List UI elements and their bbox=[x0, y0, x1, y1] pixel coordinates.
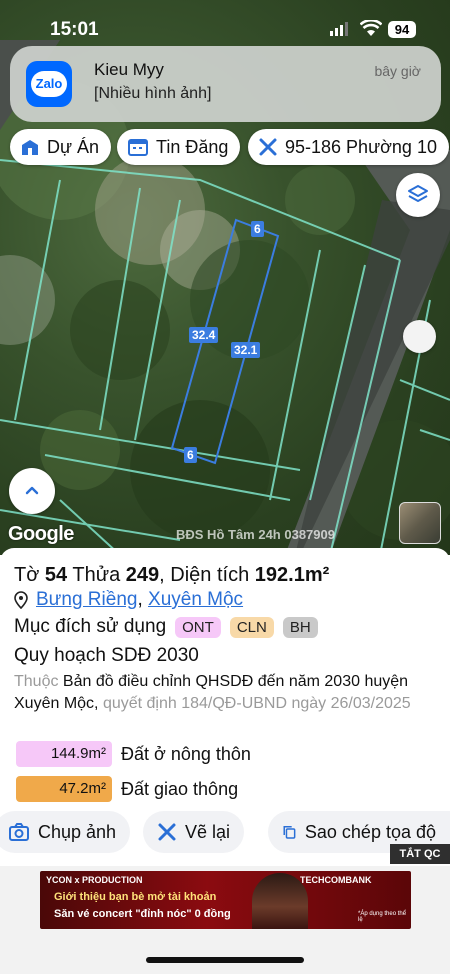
badge-bh[interactable]: BH bbox=[282, 616, 318, 638]
google-logo: Google bbox=[8, 523, 74, 545]
layers-button[interactable] bbox=[396, 173, 440, 217]
ad-brand-right: TECHCOMBANK bbox=[300, 875, 372, 885]
ruler-pencil-icon bbox=[158, 823, 176, 841]
close-ads-button[interactable]: TẮT QC bbox=[390, 844, 450, 864]
listings-chip[interactable]: Tin Đăng bbox=[117, 129, 241, 165]
map-view[interactable]: 6 32.4 32.1 6 15:01 94 Zalo Kieu Myy [Nh… bbox=[0, 0, 450, 555]
parcel-area: 192.1m² bbox=[254, 564, 330, 586]
area-label: Đất ở nông thôn bbox=[121, 743, 251, 764]
notification-message: [Nhiều hình ảnh] bbox=[94, 85, 212, 102]
ad-fine-print: *Áp dụng theo thể lệ bbox=[358, 911, 407, 923]
building-icon bbox=[22, 140, 38, 155]
take-photo-button[interactable]: Chụp ảnh bbox=[0, 811, 131, 853]
district-link[interactable]: Xuyên Mộc bbox=[148, 589, 243, 611]
dimension-label-top: 6 bbox=[251, 221, 264, 237]
ad-banner[interactable]: YCON x PRODUCTION TECHCOMBANK Giới thiệu… bbox=[40, 871, 411, 929]
dimension-label-bottom: 6 bbox=[184, 447, 197, 463]
area-row-traffic: 47.2m² Đất giao thông bbox=[16, 776, 238, 802]
sheet-number: 54 bbox=[44, 564, 68, 586]
layers-icon bbox=[408, 185, 428, 202]
project-chip-label: Dự Án bbox=[47, 136, 100, 157]
notification-banner[interactable]: Zalo Kieu Myy [Nhiều hình ảnh] bây giờ bbox=[10, 46, 441, 122]
plan-title: Quy hoạch SDĐ 2030 bbox=[14, 645, 199, 666]
badge-cln[interactable]: CLN bbox=[229, 616, 274, 638]
notification-sender: Kieu Myy bbox=[94, 60, 164, 79]
zalo-app-icon: Zalo bbox=[26, 61, 72, 107]
parcel-location: Bưng Riềng, Xuyên Mộc bbox=[14, 589, 243, 611]
battery-indicator: 94 bbox=[388, 21, 416, 38]
ad-headline: Giới thiệu bạn bè mở tài khoản bbox=[54, 891, 217, 903]
area-value: 47.2m² bbox=[16, 776, 112, 802]
watermark-text: BĐS Hồ Tâm 24h 0387909 bbox=[176, 527, 335, 542]
parcel-number: 249 bbox=[125, 564, 160, 586]
ad-person-image bbox=[252, 873, 308, 929]
land-use-purpose: Mục đích sử dụng ONT CLN BH bbox=[14, 616, 318, 638]
camera-icon bbox=[9, 823, 29, 841]
expand-up-button[interactable] bbox=[9, 468, 55, 514]
status-bar: 15:01 94 bbox=[0, 0, 450, 44]
listings-chip-label: Tin Đăng bbox=[156, 136, 229, 157]
ad-subheadline: Săn vé concert "đỉnh nóc" 0 đồng bbox=[54, 908, 231, 920]
copy-icon bbox=[283, 826, 296, 839]
ruler-pencil-icon bbox=[259, 138, 277, 156]
parcel-info-panel: Tờ 54 Thửa 249, Diện tích 192.1m² Bưng R… bbox=[0, 548, 450, 866]
cellular-signal-icon bbox=[330, 22, 348, 36]
photo-thumbnail[interactable] bbox=[399, 502, 441, 544]
chevron-up-icon bbox=[25, 486, 39, 495]
location-pin-icon bbox=[14, 591, 28, 609]
commune-link[interactable]: Bưng Riềng bbox=[36, 589, 137, 611]
dimension-label-right: 32.1 bbox=[231, 342, 261, 358]
parcel-title: Tờ 54 Thửa 249, Diện tích 192.1m² bbox=[14, 564, 330, 586]
address-chip[interactable]: 95-186 Phường 10 bbox=[248, 129, 449, 165]
assistive-touch-button[interactable] bbox=[403, 320, 436, 353]
area-label: Đất giao thông bbox=[121, 778, 239, 799]
wifi-icon bbox=[360, 20, 382, 36]
dimension-label-left: 32.4 bbox=[189, 327, 219, 343]
calendar-icon bbox=[128, 139, 148, 156]
project-chip[interactable]: Dự Án bbox=[10, 129, 112, 165]
ad-brand-left: YCON x PRODUCTION bbox=[46, 875, 143, 885]
notification-time: bây giờ bbox=[374, 63, 421, 79]
status-time: 15:01 bbox=[50, 19, 99, 40]
area-row-residential: 144.9m² Đất ở nông thôn bbox=[16, 741, 251, 767]
plan-description: Thuộc Bản đồ điều chỉnh QHSDĐ đến năm 20… bbox=[14, 673, 411, 712]
area-value: 144.9m² bbox=[16, 741, 112, 767]
home-indicator[interactable] bbox=[146, 957, 304, 963]
address-chip-label: 95-186 Phường 10 bbox=[285, 136, 437, 157]
redraw-button[interactable]: Vẽ lại bbox=[143, 811, 245, 853]
badge-ont[interactable]: ONT bbox=[175, 616, 221, 638]
